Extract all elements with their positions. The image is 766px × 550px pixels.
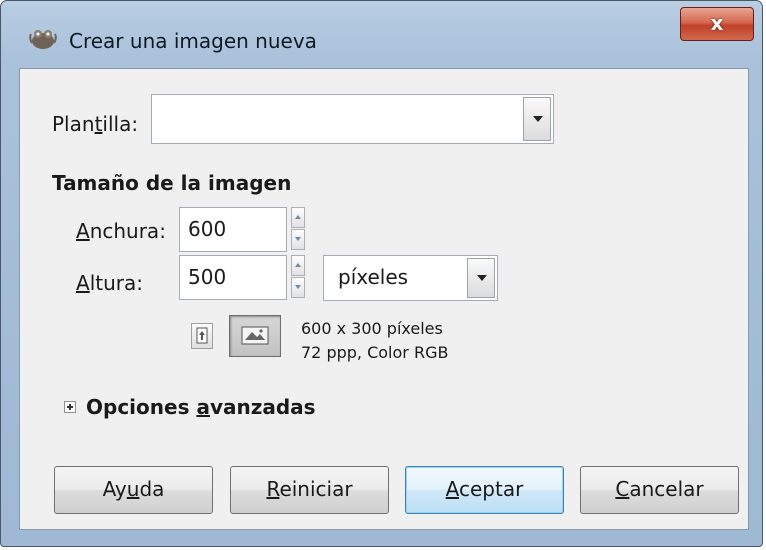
landscape-button[interactable] [229,315,281,357]
window-title: Crear una imagen nueva [69,29,317,53]
reset-button[interactable]: Reiniciar [230,466,389,514]
advanced-options-toggle[interactable]: Opciones avanzadas [86,395,316,419]
portrait-button[interactable] [191,323,213,349]
height-input[interactable]: 500 [179,255,287,300]
cancel-button[interactable]: Cancelar [580,466,739,514]
help-button[interactable]: Ayuda [54,466,213,514]
spin-up-icon[interactable] [291,255,305,276]
image-resolution-info: 72 ppp, Color RGB [301,343,449,362]
width-label: Anchura: [76,219,166,243]
dialog-window: Crear una imagen nueva x Plantilla: Tama… [0,0,763,547]
accept-button[interactable]: Aceptar [405,466,564,514]
portrait-icon [196,327,208,344]
title-bar[interactable]: Crear una imagen nueva x [1,1,762,67]
spin-down-icon[interactable] [291,229,305,250]
template-combobox[interactable] [151,94,554,144]
unit-combobox[interactable]: píxeles [323,255,498,301]
dialog-body: Plantilla: Tamaño de la imagen Anchura: … [19,68,749,530]
expand-icon[interactable] [64,401,76,413]
gimp-icon [29,30,57,49]
spin-down-icon[interactable] [291,277,305,298]
width-spinner[interactable] [291,207,305,251]
image-size-info: 600 x 300 píxeles [301,319,443,338]
landscape-icon [241,326,269,345]
spin-up-icon[interactable] [291,207,305,228]
height-spinner[interactable] [291,255,305,299]
chevron-down-icon[interactable] [523,97,551,141]
chevron-down-icon[interactable] [467,258,495,298]
image-size-heading: Tamaño de la imagen [52,171,292,195]
unit-value: píxeles [338,265,409,289]
close-button[interactable]: x [680,7,754,41]
width-input[interactable]: 600 [179,207,287,252]
close-icon: x [710,11,724,35]
height-label: Altura: [76,271,143,295]
template-label: Plantilla: [52,112,139,136]
